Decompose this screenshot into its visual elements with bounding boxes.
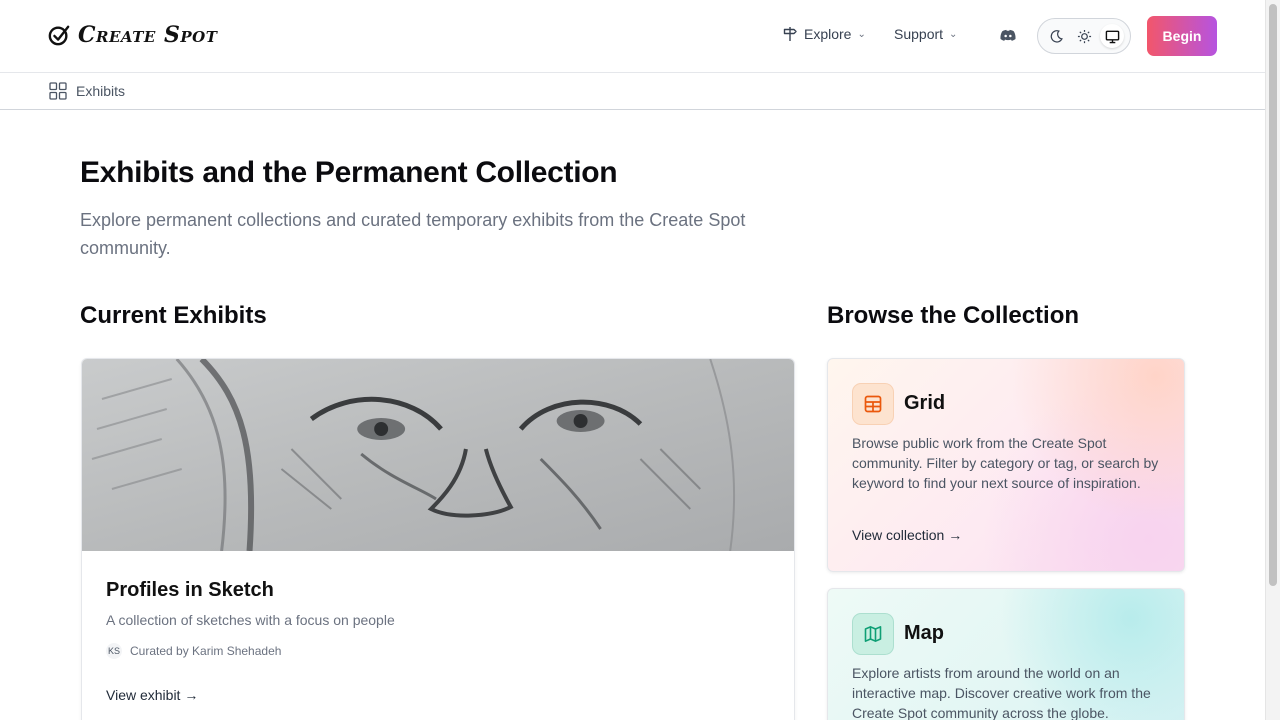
browse-collection-heading: Browse the Collection (827, 302, 1080, 329)
grid-icon-badge (852, 383, 894, 425)
curator-text: Curated by Karim Shehadeh (130, 644, 282, 658)
theme-light-button[interactable] (1072, 24, 1096, 48)
breadcrumb-exhibits[interactable]: Exhibits (49, 82, 125, 100)
theme-dark-button[interactable] (1044, 24, 1068, 48)
discord-icon[interactable] (998, 26, 1018, 46)
page-title: Exhibits and the Permanent Collection (80, 156, 618, 189)
nav-support-label: Support (894, 26, 944, 42)
chevron-down-icon: ⌄ (949, 28, 958, 40)
logo-mark-icon (48, 25, 70, 46)
map-icon (864, 626, 882, 642)
site-header: Create Spot Explore ⌄ Support ⌄ Begin (0, 0, 1265, 73)
browse-card-description: Browse public work from the Create Spot … (852, 435, 1159, 491)
grid-icon (49, 82, 67, 100)
chevron-down-icon: ⌄ (857, 28, 866, 40)
breadcrumb-label: Exhibits (76, 83, 126, 99)
nav-explore[interactable]: Explore ⌄ (782, 26, 866, 42)
theme-system-button[interactable] (1100, 24, 1124, 48)
exhibit-card[interactable]: Profiles in Sketch A collection of sketc… (81, 358, 795, 720)
page-description: Explore permanent collections and curate… (80, 210, 746, 258)
current-exhibits-heading: Current Exhibits (80, 302, 267, 329)
exhibit-title: Profiles in Sketch (106, 579, 274, 601)
avatar: KS (106, 643, 122, 659)
nav-explore-label: Explore (804, 26, 852, 42)
browse-card-grid[interactable]: Grid Browse public work from the Create … (827, 358, 1185, 572)
exhibit-description: A collection of sketches with a focus on… (106, 612, 395, 628)
monitor-icon (1105, 30, 1119, 43)
brand-name: Create Spot (78, 22, 218, 48)
grid-table-icon (864, 395, 882, 413)
nav-support[interactable]: Support ⌄ (894, 26, 957, 42)
exhibit-curator: KS Curated by Karim Shehadeh (106, 643, 281, 659)
breadcrumb: Exhibits (0, 73, 1265, 110)
scrollbar-thumb[interactable] (1269, 4, 1277, 586)
view-exhibit-link[interactable]: View exhibit → (106, 687, 198, 703)
browse-card-title: Map (904, 622, 944, 644)
page-scrollbar[interactable] (1265, 0, 1280, 720)
browse-card-map[interactable]: Map Explore artists from around the worl… (827, 588, 1185, 720)
view-collection-link[interactable]: View collection → (852, 527, 962, 543)
signpost-icon (783, 27, 797, 41)
begin-button[interactable]: Begin (1147, 16, 1217, 56)
map-icon-badge (852, 613, 894, 655)
exhibit-cover-image (82, 359, 794, 551)
brand-logo[interactable]: Create Spot (48, 22, 217, 48)
theme-switcher (1037, 18, 1131, 54)
moon-icon (1050, 29, 1063, 43)
browse-card-description: Explore artists from around the world on… (852, 665, 1151, 720)
sun-icon (1077, 29, 1091, 43)
browse-card-title: Grid (904, 392, 946, 414)
